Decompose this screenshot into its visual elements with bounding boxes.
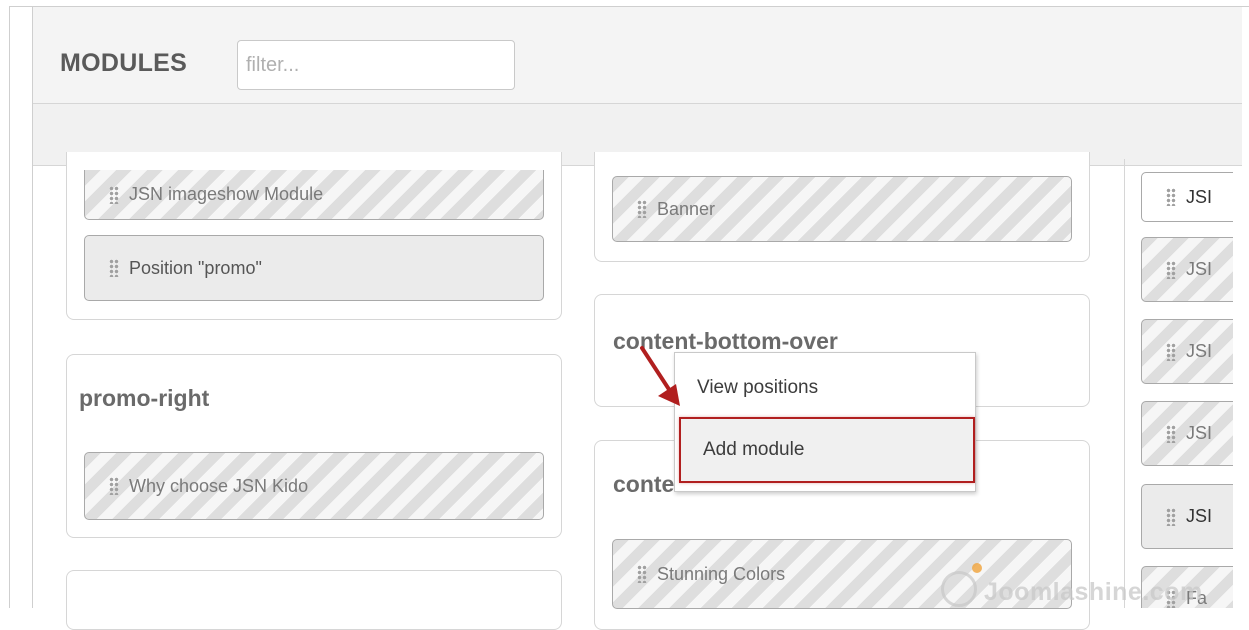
position-title: promo-right: [79, 385, 210, 411]
joomlashine-logo-dot: [972, 563, 982, 573]
position-panel-promo-right: promo-right Why choose JSN Kido: [66, 354, 562, 538]
filter-input[interactable]: [237, 40, 515, 90]
watermark-text: Joomlashine.com: [984, 578, 1203, 606]
grip-dots-icon: [1166, 260, 1176, 279]
modules-header: MODULES: [33, 7, 1242, 104]
module-item[interactable]: JSI: [1141, 172, 1233, 222]
grip-dots-icon: [1166, 342, 1176, 361]
module-item[interactable]: JSI: [1141, 401, 1233, 466]
grip-dots-icon: [637, 200, 647, 218]
module-item[interactable]: JSI: [1141, 237, 1233, 302]
module-label: JSI: [1186, 259, 1213, 279]
module-label: JSI: [1186, 423, 1213, 443]
module-label: JSI: [1186, 341, 1213, 361]
module-item[interactable]: JSI: [1141, 319, 1233, 384]
grip-dots-icon: [637, 565, 647, 583]
module-label: JSI: [1186, 506, 1213, 526]
module-label: Banner: [657, 198, 716, 219]
module-item[interactable]: Position "promo": [84, 235, 544, 301]
position-panel: [66, 570, 562, 630]
module-item[interactable]: Why choose JSN Kido: [84, 452, 544, 520]
grip-dots-icon: [1166, 188, 1176, 206]
position-panel-promo: JSN imageshow Module Position "promo": [66, 152, 562, 320]
grip-dots-icon: [1166, 424, 1176, 443]
module-label: Position "promo": [129, 257, 262, 278]
modules-title: MODULES: [60, 49, 188, 77]
context-menu: View positions Add module: [674, 352, 976, 492]
grip-dots-icon: [109, 185, 119, 204]
grip-dots-icon: [109, 259, 119, 277]
module-item[interactable]: JSN imageshow Module: [84, 170, 544, 220]
menu-item-view-positions[interactable]: View positions: [675, 357, 975, 419]
module-label: Stunning Colors: [657, 563, 786, 584]
module-item[interactable]: JSI: [1141, 484, 1233, 549]
grip-dots-icon: [109, 477, 119, 495]
module-item[interactable]: Banner: [612, 176, 1072, 242]
grip-dots-icon: [1166, 507, 1176, 526]
module-label: JSN imageshow Module: [129, 184, 324, 204]
red-arrow-icon: [640, 346, 680, 406]
module-label: Why choose JSN Kido: [129, 475, 309, 496]
module-label: JSI: [1186, 186, 1213, 207]
joomlashine-logo-icon: [941, 571, 977, 607]
menu-item-add-module[interactable]: Add module: [679, 417, 975, 483]
position-panel-banner: Banner: [594, 152, 1090, 262]
position-column-right: JSI JSI JSI JSI JSI Fa: [1124, 159, 1233, 608]
